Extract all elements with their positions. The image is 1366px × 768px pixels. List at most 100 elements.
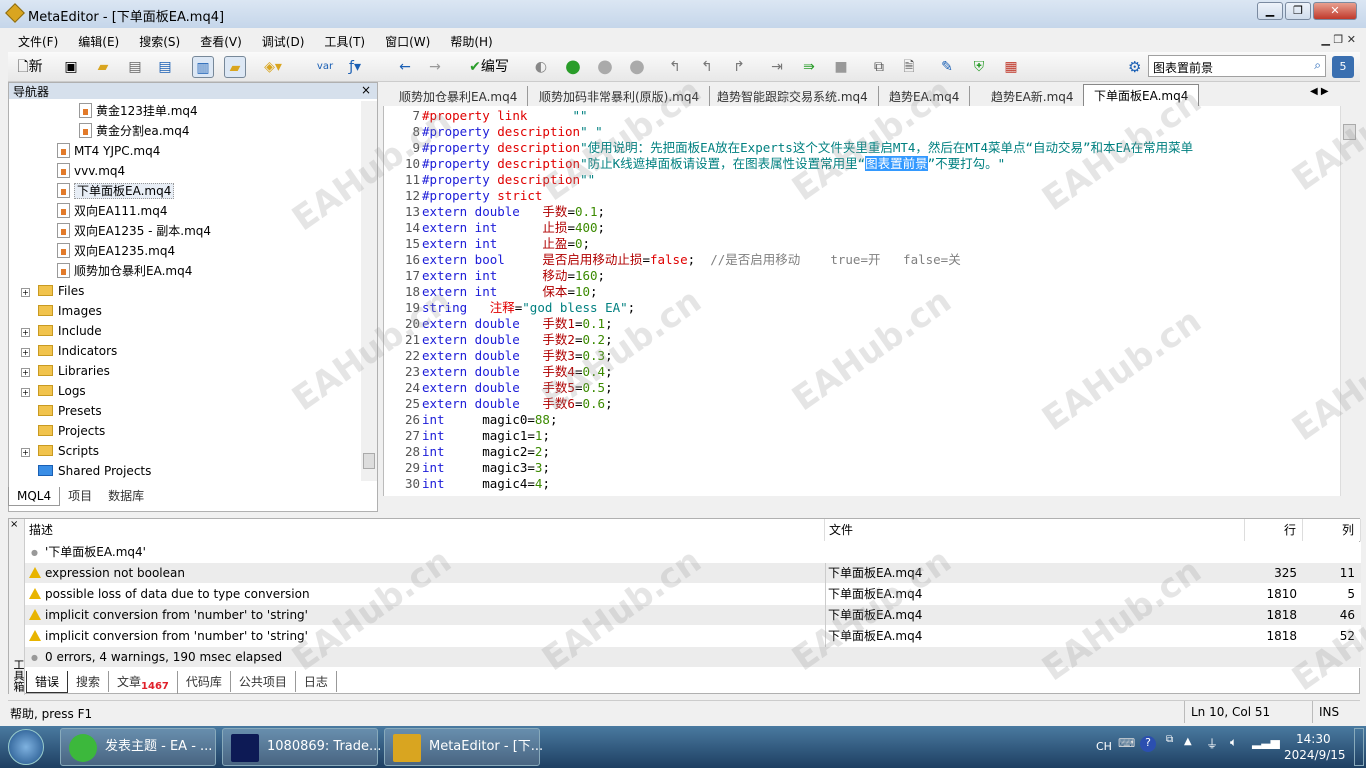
- clock-time[interactable]: 14:30: [1296, 732, 1331, 746]
- show-hidden-icons[interactable]: ▲: [1184, 736, 1192, 747]
- menu-item[interactable]: 编辑(E): [68, 29, 129, 54]
- insert-variable-icon[interactable]: var: [314, 56, 336, 78]
- stop-icon[interactable]: ●: [626, 56, 648, 78]
- forward-arrow-icon[interactable]: →: [424, 56, 446, 78]
- toolbox-tab[interactable]: 日志: [296, 671, 337, 692]
- toolbox-tab[interactable]: 搜索: [68, 671, 110, 692]
- navigator-item[interactable]: + Logs: [21, 381, 86, 401]
- menu-item[interactable]: 窗口(W): [375, 29, 440, 54]
- minimize-button[interactable]: ▁: [1257, 2, 1283, 20]
- taskbar-button[interactable]: MetaEditor - [下...: [384, 728, 543, 766]
- show-desktop-button[interactable]: [1354, 728, 1364, 766]
- search-icon[interactable]: ⌕: [1314, 58, 1321, 73]
- navigator-item[interactable]: + Include: [21, 321, 102, 341]
- gear-icon[interactable]: ⚙: [1128, 58, 1141, 76]
- column-header[interactable]: 列: [1303, 519, 1361, 541]
- navigator-scrollbar[interactable]: [361, 101, 377, 481]
- navigator-toggle-icon[interactable]: ▥: [192, 56, 214, 78]
- navigator-item[interactable]: 黄金123挂单.mq4: [79, 101, 198, 121]
- column-header[interactable]: 文件: [825, 519, 1245, 541]
- toolbox-tab[interactable]: 公共项目: [231, 671, 296, 692]
- help-icon[interactable]: ?: [1140, 736, 1156, 752]
- styles-icon[interactable]: ◈▾: [262, 56, 284, 78]
- toolbox-tab[interactable]: 代码库: [178, 671, 231, 692]
- save-all-icon[interactable]: ▤: [154, 56, 176, 78]
- keyboard-icon[interactable]: ⌨: [1118, 736, 1135, 750]
- file-tab[interactable]: 下单面板EA.mq4: [1083, 84, 1200, 106]
- navigator-item[interactable]: 双向EA111.mq4: [57, 201, 167, 221]
- expand-icon[interactable]: +: [21, 348, 30, 357]
- navigator-tab[interactable]: 数据库: [100, 485, 152, 506]
- toolbox-tab[interactable]: 文章1467: [109, 671, 178, 694]
- taskbar-button[interactable]: 1080869: Trade...: [222, 728, 381, 766]
- navigator-item[interactable]: + Indicators: [21, 341, 117, 361]
- expand-icon[interactable]: +: [21, 288, 30, 297]
- navigator-item[interactable]: Presets: [21, 401, 102, 421]
- expand-icon[interactable]: +: [21, 368, 30, 377]
- column-header[interactable]: 行: [1245, 519, 1303, 541]
- editor-horizontal-scrollbar[interactable]: [383, 496, 1340, 512]
- insert-function-icon[interactable]: ƒ▾: [344, 56, 366, 78]
- tools-icon[interactable]: ✎: [936, 56, 958, 78]
- code-editor[interactable]: 7 #property link "" 8 #property description…: [383, 106, 1340, 496]
- warning-row[interactable]: implicit conversion from 'number' to 'st…: [25, 626, 1361, 647]
- file-tab[interactable]: 趋势EA新.mq4: [981, 86, 1085, 106]
- menu-item[interactable]: 帮助(H): [440, 29, 502, 54]
- step-over-icon[interactable]: ↰: [696, 56, 718, 78]
- file-tab[interactable]: 趋势EA.mq4: [879, 86, 971, 106]
- restore-button[interactable]: ❐: [1285, 2, 1311, 20]
- profile-icon[interactable]: ⇥: [766, 56, 788, 78]
- file-row[interactable]: ● '下单面板EA.mq4': [25, 542, 1361, 563]
- file-tab[interactable]: 趋势智能跟踪交易系统.mq4: [707, 86, 879, 106]
- menu-item[interactable]: 调试(D): [252, 29, 315, 54]
- start-button[interactable]: [8, 729, 44, 765]
- navigator-item[interactable]: 黄金分割ea.mq4: [79, 121, 190, 141]
- step-into-icon[interactable]: ↰: [664, 56, 686, 78]
- copy-icon[interactable]: ⧉: [868, 56, 890, 78]
- scrollbar-thumb[interactable]: [363, 453, 375, 469]
- navigator-item[interactable]: + Scripts: [21, 441, 99, 461]
- close-button[interactable]: ✕: [1313, 2, 1357, 20]
- expand-icon[interactable]: +: [21, 328, 30, 337]
- pause-icon[interactable]: ●: [594, 56, 616, 78]
- window-switch-icon[interactable]: ⧉: [1166, 734, 1173, 745]
- file-tab[interactable]: 顺势加码非常暴利(原版).mq4: [529, 86, 711, 106]
- navigator-item[interactable]: vvv.mq4: [57, 161, 125, 181]
- play-icon[interactable]: ●: [562, 56, 584, 78]
- find-icon[interactable]: 🗎: [898, 56, 920, 78]
- toolbox-tab[interactable]: 错误: [26, 671, 69, 693]
- navigator-item[interactable]: 下单面板EA.mq4: [57, 181, 175, 201]
- navigator-item[interactable]: Images: [21, 301, 102, 321]
- debug-start-icon[interactable]: ◐: [530, 56, 552, 78]
- stop-profile-icon[interactable]: ■: [830, 56, 852, 78]
- menu-item[interactable]: 搜索(S): [129, 29, 190, 54]
- open-folder-icon[interactable]: ▰: [92, 56, 114, 78]
- shield-icon[interactable]: ⛨: [968, 56, 990, 78]
- navigator-item[interactable]: + Libraries: [21, 361, 110, 381]
- navigator-close-button[interactable]: ×: [361, 83, 371, 97]
- navigator-item[interactable]: + Files: [21, 281, 84, 301]
- navigator-item[interactable]: 双向EA1235.mq4: [57, 241, 175, 261]
- column-header[interactable]: 描述: [25, 519, 825, 541]
- notifications-icon[interactable]: 5: [1332, 56, 1354, 78]
- toolbox-toggle-icon[interactable]: ▰: [224, 56, 246, 78]
- menu-item[interactable]: 查看(V): [190, 29, 252, 54]
- step-out-icon[interactable]: ↱: [728, 56, 750, 78]
- expand-icon[interactable]: +: [21, 448, 30, 457]
- network-signal-icon[interactable]: ▂▃▅: [1252, 735, 1280, 749]
- ime-indicator[interactable]: CH: [1096, 740, 1112, 753]
- warning-row[interactable]: possible loss of data due to type conver…: [25, 584, 1361, 605]
- new-button[interactable]: 🗋新: [12, 56, 48, 78]
- taskbar-button[interactable]: 发表主题 - EA - ...: [60, 728, 216, 766]
- menu-item[interactable]: 文件(F): [8, 29, 68, 54]
- back-arrow-icon[interactable]: ←: [394, 56, 416, 78]
- toolbox-close[interactable]: ×: [10, 519, 18, 530]
- menu-item[interactable]: 工具(T): [314, 29, 375, 54]
- file-tab[interactable]: 顺势加仓暴利EA.mq4: [389, 86, 529, 106]
- editor-vertical-scrollbar[interactable]: [1340, 106, 1357, 496]
- mdi-controls[interactable]: ▁ ❐ ✕: [1321, 33, 1356, 46]
- terminal-icon[interactable]: ▦: [1000, 56, 1022, 78]
- save-icon[interactable]: ▤: [124, 56, 146, 78]
- navigator-item[interactable]: 顺势加仓暴利EA.mq4: [57, 261, 192, 281]
- navigator-item[interactable]: Shared Projects: [21, 461, 151, 481]
